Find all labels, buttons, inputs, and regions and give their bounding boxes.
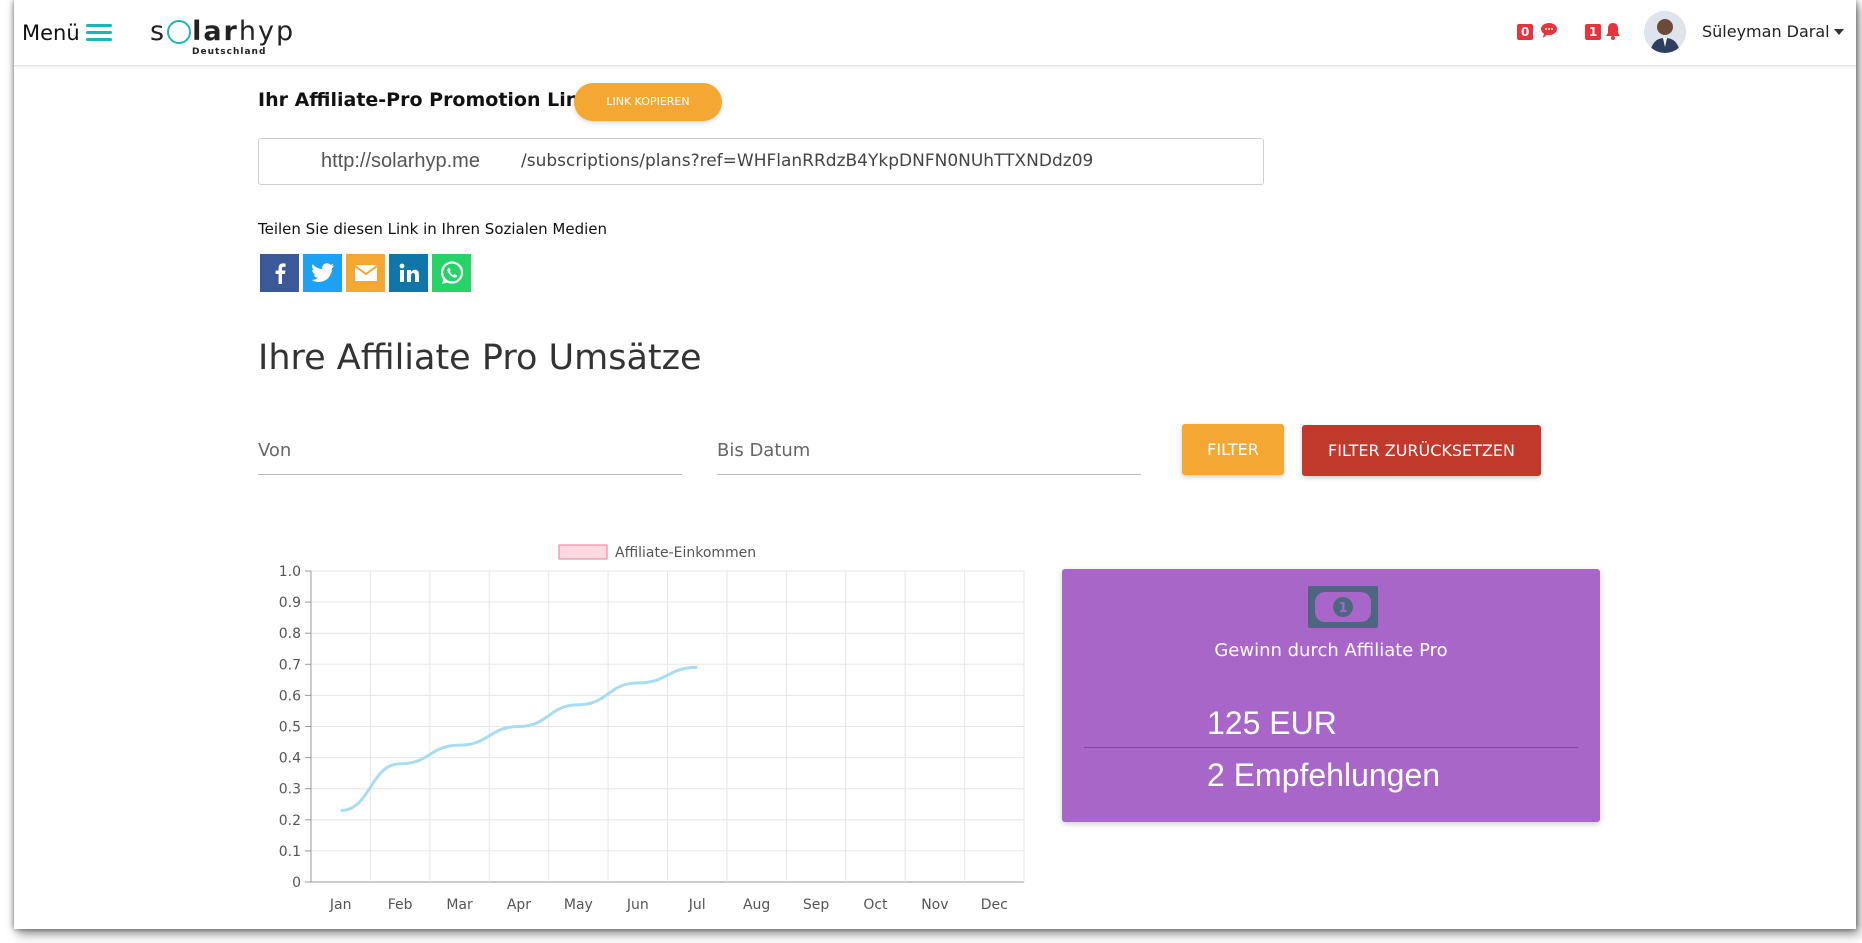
filter-button[interactable]: FILTER	[1182, 424, 1284, 475]
y-tick-label: 0.2	[279, 813, 301, 829]
twitter-icon	[311, 263, 334, 282]
promotion-link-field[interactable]: http://solarhyp.me /subscriptions/plans?…	[258, 138, 1264, 185]
x-tick-label: Dec	[981, 897, 1008, 913]
x-tick-label: Sep	[803, 897, 830, 913]
y-tick-label: 0.1	[279, 844, 301, 860]
logo-subtext: Deutschland	[192, 47, 267, 57]
messages-badge: 0	[1517, 24, 1534, 40]
link-path: /subscriptions/plans?ref=WHFlanRRdzB4Ykp…	[521, 151, 1094, 171]
share-text: Teilen Sie diesen Link in Ihren Sozialen…	[258, 220, 607, 238]
whatsapp-icon	[440, 261, 463, 284]
y-tick-label: 1.0	[279, 564, 301, 580]
earnings-amount: 125 EUR	[1207, 705, 1337, 741]
y-tick-label: 0.5	[279, 720, 301, 736]
linkedin-icon	[399, 263, 419, 282]
chevron-down-icon[interactable]	[1834, 29, 1844, 35]
top-navbar: Menü s lar hyp Deutschland 0 1 Süleyman Da…	[14, 0, 1856, 66]
y-tick-label: 0.3	[279, 782, 301, 798]
x-tick-label: Jun	[626, 897, 649, 913]
user-name[interactable]: Süleyman Daral	[1702, 22, 1830, 41]
promo-title: Ihr Affiliate-Pro Promotion Link	[258, 89, 592, 111]
affiliate-income-chart: 0 0.1 0.2 0.3 0.4 0.5 0.6 0.7 0.8 0.9 1.0 Jan Feb Mar…	[279, 544, 1025, 913]
x-tick-label: Jan	[329, 897, 352, 913]
share-buttons	[260, 254, 471, 292]
y-tick-label: 0.6	[279, 688, 301, 704]
facebook-share-button[interactable]	[260, 254, 299, 292]
y-tick-label: 0.8	[279, 626, 301, 642]
x-tick-label: Apr	[507, 897, 531, 913]
x-tick-label: Jul	[688, 897, 706, 913]
legend-label: Affiliate-Einkommen	[615, 545, 756, 561]
hamburger-icon	[85, 20, 112, 45]
referrals-count: 2 Empfehlungen	[1207, 757, 1441, 793]
date-from-placeholder: Von	[258, 440, 292, 461]
svg-text:1: 1	[1338, 601, 1347, 616]
y-tick-label: 0	[292, 875, 301, 891]
menu-button[interactable]: Menü	[22, 20, 112, 45]
facebook-icon	[275, 263, 286, 284]
y-tick-label: 0.7	[279, 657, 301, 673]
whatsapp-share-button[interactable]	[432, 254, 471, 292]
y-tick-label: 0.4	[279, 751, 301, 767]
date-to-input[interactable]: Bis Datum	[717, 430, 1141, 475]
logo[interactable]: s lar hyp Deutschland	[150, 16, 295, 57]
money-bill-icon: 1	[1306, 584, 1380, 634]
x-tick-label: Feb	[388, 897, 413, 913]
bell-icon[interactable]	[1605, 22, 1621, 44]
email-icon	[353, 265, 378, 281]
card-title: Gewinn durch Affiliate Pro	[1214, 640, 1448, 661]
twitter-share-button[interactable]	[303, 254, 342, 292]
affiliate-earnings-card: 1 Gewinn durch Affiliate Pro 125 EUR 2 E…	[1062, 569, 1600, 822]
y-tick-label: 0.9	[279, 595, 301, 611]
x-tick-label: Aug	[743, 897, 770, 913]
sales-section-title: Ihre Affiliate Pro Umsätze	[258, 338, 702, 378]
app-window: Menü s lar hyp Deutschland 0 1 Süleyman Da…	[14, 0, 1856, 929]
date-from-input[interactable]: Von	[258, 430, 682, 475]
card-divider	[1084, 747, 1578, 748]
date-to-placeholder: Bis Datum	[717, 440, 811, 461]
linkedin-share-button[interactable]	[389, 254, 428, 292]
email-share-button[interactable]	[346, 254, 385, 292]
x-tick-label: Nov	[921, 897, 948, 913]
menu-label: Menü	[22, 20, 80, 45]
x-tick-label: Oct	[863, 897, 888, 913]
chat-bubble-icon[interactable]	[1540, 22, 1558, 42]
link-domain: http://solarhyp.me	[321, 150, 480, 172]
copy-link-button[interactable]: LINK KOPIEREN	[574, 83, 722, 121]
x-tick-label: Mar	[446, 897, 473, 913]
legend-swatch	[558, 544, 608, 560]
reset-filter-button[interactable]: FILTER ZURÜCKSETZEN	[1302, 425, 1541, 476]
notifications-badge: 1	[1585, 24, 1602, 40]
avatar[interactable]	[1644, 11, 1686, 53]
x-tick-label: May	[564, 897, 593, 913]
